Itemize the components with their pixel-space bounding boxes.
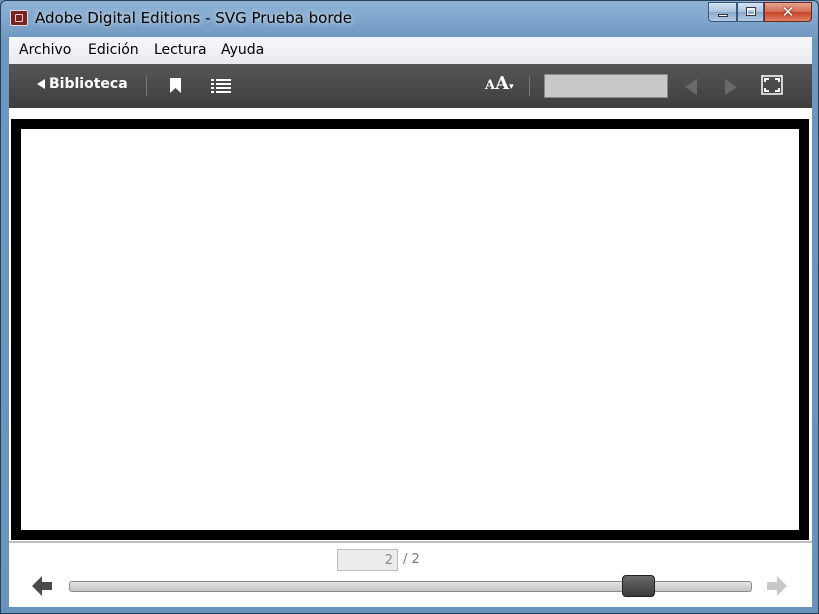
maximize-icon [746,7,756,16]
page-navigation: / 2 [9,541,812,607]
close-button[interactable]: ✕ [764,2,812,22]
toolbar-divider [529,76,530,96]
library-button[interactable]: Biblioteca [37,76,128,92]
fullscreen-icon[interactable] [761,75,783,95]
window-controls: ✕ [708,2,812,22]
table-of-contents-icon[interactable] [211,79,231,93]
menu-archivo[interactable]: Archivo [19,42,71,58]
menu-bar: Archivo Edición Lectura Ayuda [9,37,812,65]
reading-area [9,108,812,541]
menu-lectura[interactable]: Lectura [154,42,207,58]
bookmark-icon[interactable] [170,78,181,93]
next-page-icon[interactable] [766,575,788,597]
minimize-icon [718,14,728,17]
back-arrow-icon [37,79,45,89]
search-input[interactable] [544,74,668,98]
previous-page-icon[interactable] [31,575,53,597]
book-page[interactable] [11,119,809,540]
reader-toolbar: Biblioteca AA▾ [9,64,812,108]
app-icon[interactable] [10,10,28,26]
menu-edicion[interactable]: Edición [88,42,139,58]
search-next-icon[interactable] [725,79,737,95]
title-bar[interactable]: Adobe Digital Editions - SVG Prueba bord… [1,1,818,37]
app-window: Adobe Digital Editions - SVG Prueba bord… [0,0,819,614]
minimize-button[interactable] [708,2,737,22]
window-title: Adobe Digital Editions - SVG Prueba bord… [35,9,352,27]
toolbar-divider [146,76,147,96]
maximize-button[interactable] [737,2,764,22]
page-number-input[interactable] [337,549,398,571]
menu-ayuda[interactable]: Ayuda [221,42,264,58]
page-total: / 2 [403,552,420,567]
library-label: Biblioteca [49,76,128,92]
font-size-icon[interactable]: AA▾ [485,73,514,94]
search-previous-icon[interactable] [685,79,697,95]
page-slider-thumb[interactable] [622,575,655,597]
close-icon: ✕ [781,3,795,21]
